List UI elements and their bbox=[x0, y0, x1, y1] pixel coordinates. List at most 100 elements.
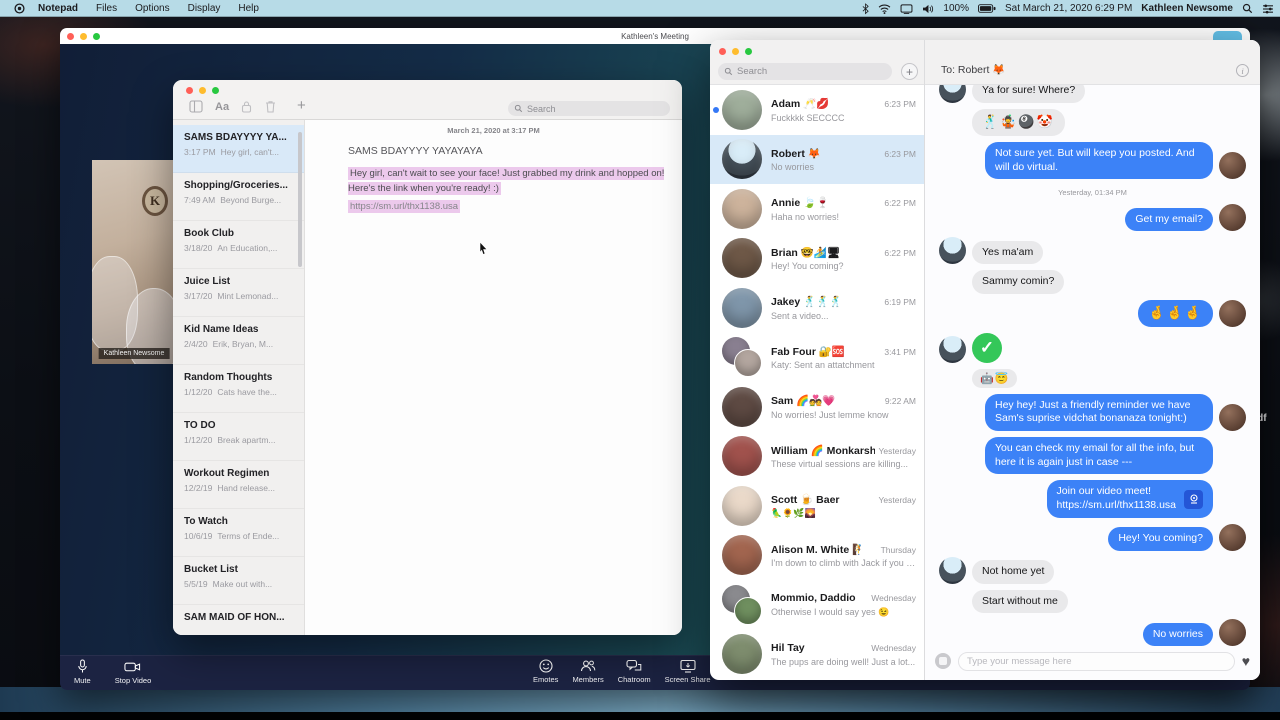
notes-search-field[interactable] bbox=[508, 101, 670, 116]
notes-toolbar: Aa + bbox=[173, 80, 682, 120]
message-input-bar: ♥ bbox=[925, 649, 1260, 680]
conversation-row[interactable]: Adam 🥂💋6:23 PMFuckkkk SECCCC bbox=[710, 85, 924, 135]
new-message-button[interactable]: + bbox=[901, 63, 918, 80]
stop-video-button[interactable]: Stop Video bbox=[115, 659, 152, 685]
conversation-row[interactable]: Brian 🤓🏄🖥6:22 PMHey! You coming? bbox=[710, 234, 924, 284]
conversation-row[interactable]: Hil TayWednesdayThe pups are doing well!… bbox=[710, 630, 924, 680]
minimize-button[interactable] bbox=[732, 48, 739, 55]
zoom-button[interactable] bbox=[745, 48, 752, 55]
heart-icon[interactable]: ♥ bbox=[1242, 654, 1250, 668]
notes-window: Aa + SAMS BDAYYYY YA... 3:17 PMHey girl,… bbox=[173, 80, 682, 635]
messages-search-field[interactable] bbox=[718, 63, 892, 80]
minimize-button[interactable] bbox=[199, 87, 206, 94]
checkmark-sticker: ✓ bbox=[972, 333, 1002, 363]
message-bubble: No worries bbox=[1143, 623, 1213, 647]
message-bubble: You can check my email for all the info,… bbox=[985, 437, 1213, 474]
conversation-row[interactable]: Scott 🍺 BaerYesterday🦜🌻🌿🌄 bbox=[710, 481, 924, 531]
trash-icon[interactable] bbox=[265, 100, 276, 118]
note-list-item[interactable]: TO DO 1/12/20Break apartm... bbox=[173, 413, 304, 461]
close-button[interactable] bbox=[67, 33, 74, 40]
message-bubble: Not home yet bbox=[972, 560, 1054, 584]
lock-icon[interactable] bbox=[241, 100, 252, 118]
timestamp-divider: Yesterday, 01:34 PM bbox=[939, 188, 1246, 197]
members-button[interactable]: Members bbox=[572, 659, 603, 684]
note-date: March 21, 2020 at 3:17 PM bbox=[305, 126, 682, 135]
screen-icon bbox=[680, 659, 696, 673]
avatar bbox=[939, 336, 966, 363]
wifi-icon[interactable] bbox=[878, 4, 891, 14]
chatroom-button[interactable]: Chatroom bbox=[618, 659, 651, 684]
smiley-icon bbox=[539, 659, 553, 673]
conversation-row[interactable]: Sam 🌈💑💗9:22 AMNo worries! Just lemme kno… bbox=[710, 382, 924, 432]
video-link-bubble[interactable]: Join our video meet!https://sm.url/thx11… bbox=[1047, 480, 1213, 517]
search-input[interactable] bbox=[527, 104, 664, 114]
search-input[interactable] bbox=[737, 66, 886, 77]
menu-help[interactable]: Help bbox=[229, 3, 268, 14]
format-button[interactable]: Aa bbox=[215, 101, 229, 113]
avatar bbox=[722, 189, 762, 229]
menu-display[interactable]: Display bbox=[179, 3, 230, 14]
avatar bbox=[1219, 300, 1246, 327]
apple-menu-icon[interactable] bbox=[14, 3, 25, 14]
group-avatar bbox=[722, 585, 762, 625]
sidebar-scrollbar[interactable] bbox=[298, 132, 302, 267]
messages-window: + Adam 🥂💋6:23 PMFuckkkk SECCCC Robert 🦊6… bbox=[710, 40, 1260, 680]
message-input[interactable] bbox=[958, 652, 1235, 671]
note-list-item[interactable]: Kid Name Ideas 2/4/20Erik, Bryan, M... bbox=[173, 317, 304, 365]
video-window-title: Kathleen's Meeting bbox=[621, 32, 689, 41]
conversation-row[interactable]: William 🌈 MonkarshYesterdayThese virtual… bbox=[710, 432, 924, 482]
chat-pane: To: Robert 🦊 i Ya for sure! Where? 🕺🤹🎱🤡 … bbox=[925, 40, 1260, 680]
note-list-item[interactable]: Random Thoughts 1/12/20Cats have the... bbox=[173, 365, 304, 413]
avatar bbox=[1219, 619, 1246, 646]
menu-app-name[interactable]: Notepad bbox=[29, 3, 87, 14]
close-button[interactable] bbox=[186, 87, 193, 94]
message-bubble: Hey hey! Just a friendly reminder we hav… bbox=[985, 394, 1213, 431]
conversation-row[interactable]: Fab Four 🔐🆘3:41 PMKaty: Sent an attatchm… bbox=[710, 333, 924, 383]
screen-share-button[interactable]: Screen Share bbox=[665, 659, 711, 684]
conversation-row[interactable]: Mommio, DaddioWednesdayOtherwise I would… bbox=[710, 580, 924, 630]
avatar bbox=[939, 557, 966, 584]
conversation-row[interactable]: Alison M. White 🧗ThursdayI'm down to cli… bbox=[710, 531, 924, 581]
emotes-button[interactable]: Emotes bbox=[533, 659, 558, 684]
display-mirroring-icon[interactable] bbox=[900, 4, 913, 14]
conversation-row-selected[interactable]: Robert 🦊6:23 PMNo worries bbox=[710, 135, 924, 185]
note-editor[interactable]: March 21, 2020 at 3:17 PM SAMS BDAYYYY Y… bbox=[305, 120, 682, 635]
new-note-button[interactable]: + bbox=[297, 97, 306, 114]
avatar bbox=[939, 85, 966, 103]
self-video-thumbnail: K Kathleen Newsome bbox=[92, 160, 176, 364]
message-bubble: Not sure yet. But will keep you posted. … bbox=[985, 142, 1213, 179]
info-icon[interactable]: i bbox=[1236, 64, 1249, 77]
menu-files[interactable]: Files bbox=[87, 3, 126, 14]
view-list-icon[interactable] bbox=[189, 100, 203, 118]
menu-user-name[interactable]: Kathleen Newsome bbox=[1141, 3, 1233, 14]
conversation-row[interactable]: Annie 🍃🍷6:22 PMHaha no worries! bbox=[710, 184, 924, 234]
search-icon bbox=[514, 100, 523, 118]
note-list-item[interactable]: Shopping/Groceries... 7:49 AMBeyond Burg… bbox=[173, 173, 304, 221]
message-bubble: 🤞🤞🤞 bbox=[1138, 300, 1213, 327]
traffic-lights bbox=[67, 33, 100, 40]
avatar bbox=[722, 90, 762, 130]
note-list-item[interactable]: Workout Regimen 12/2/19Hand release... bbox=[173, 461, 304, 509]
zoom-button[interactable] bbox=[93, 33, 100, 40]
note-list-item[interactable]: SAM MAID OF HON... bbox=[173, 605, 304, 635]
battery-percent: 100% bbox=[943, 3, 969, 14]
bluetooth-icon[interactable] bbox=[862, 3, 869, 15]
spotlight-search-icon[interactable] bbox=[1242, 3, 1253, 14]
menu-options[interactable]: Options bbox=[126, 3, 178, 14]
note-list-item[interactable]: Juice List 3/17/20Mint Lemonad... bbox=[173, 269, 304, 317]
conversation-row[interactable]: Jakey 🕺🕺🕺6:19 PMSent a video... bbox=[710, 283, 924, 333]
avatar bbox=[1219, 524, 1246, 551]
note-list-item[interactable]: SAMS BDAYYYY YA... 3:17 PMHey girl, can'… bbox=[173, 125, 304, 173]
note-list-item[interactable]: Bucket List 5/5/19Make out with... bbox=[173, 557, 304, 605]
note-list-item[interactable]: Book Club 3/18/20An Education,... bbox=[173, 221, 304, 269]
minimize-button[interactable] bbox=[80, 33, 87, 40]
avatar bbox=[1219, 204, 1246, 231]
note-list-item[interactable]: To Watch 10/6/19Terms of Ende... bbox=[173, 509, 304, 557]
zoom-button[interactable] bbox=[212, 87, 219, 94]
menu-clock[interactable]: Sat March 21, 2020 6:29 PM bbox=[1005, 3, 1132, 14]
mute-button[interactable]: Mute bbox=[74, 659, 91, 685]
volume-icon[interactable] bbox=[922, 4, 934, 14]
control-center-icon[interactable] bbox=[1262, 4, 1274, 14]
imessage-apps-icon[interactable] bbox=[935, 653, 951, 669]
close-button[interactable] bbox=[719, 48, 726, 55]
